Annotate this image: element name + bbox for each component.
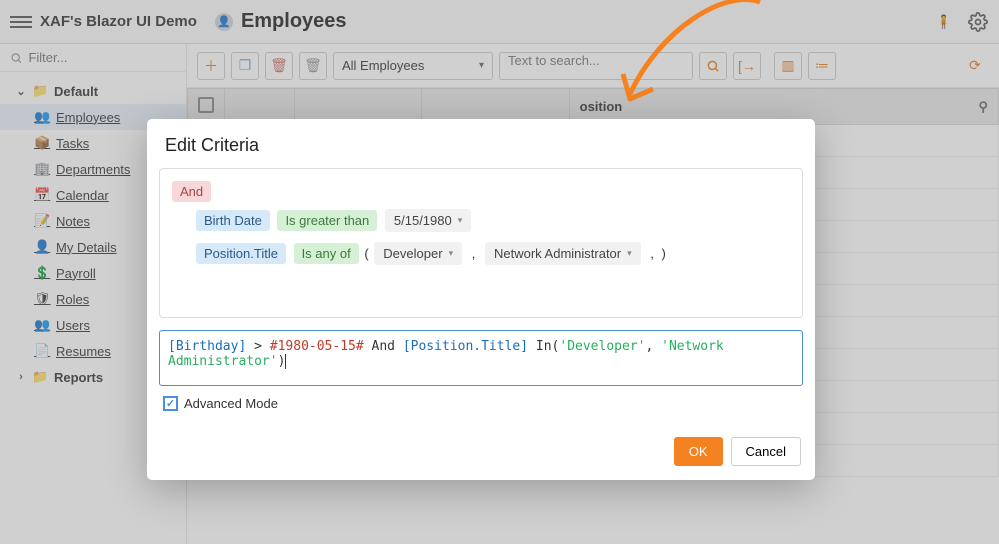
advanced-mode-row[interactable]: ✓ Advanced Mode: [159, 386, 803, 415]
criteria-row: Birth Date Is greater than 5/15/1980▾: [170, 204, 792, 237]
ok-button[interactable]: OK: [674, 437, 723, 466]
criteria-text-editor[interactable]: [Birthday] > #1980-05-15# And [Position.…: [159, 330, 803, 386]
criteria-row: Position.Title Is any of ( Developer▾ , …: [170, 237, 792, 270]
operator-pill[interactable]: Is any of: [294, 243, 359, 264]
value-pill[interactable]: Network Administrator▾: [485, 242, 641, 265]
field-pill[interactable]: Birth Date: [196, 210, 270, 231]
criteria-visual-editor[interactable]: And Birth Date Is greater than 5/15/1980…: [159, 168, 803, 318]
value-pill[interactable]: 5/15/1980▾: [385, 209, 471, 232]
paren: ): [662, 246, 666, 261]
field-pill[interactable]: Position.Title: [196, 243, 286, 264]
dropdown-icon: ▾: [627, 248, 632, 259]
dialog-title: Edit Criteria: [147, 119, 815, 168]
dropdown-icon: ▾: [458, 215, 463, 226]
dropdown-icon: ▾: [449, 248, 454, 259]
advanced-mode-label: Advanced Mode: [184, 396, 278, 411]
cancel-button[interactable]: Cancel: [731, 437, 801, 466]
value-pill[interactable]: Developer▾: [374, 242, 462, 265]
operator-pill[interactable]: Is greater than: [277, 210, 377, 231]
logic-and-pill[interactable]: And: [172, 181, 211, 202]
paren: (: [364, 246, 368, 261]
advanced-mode-checkbox[interactable]: ✓: [163, 396, 178, 411]
edit-criteria-dialog: Edit Criteria And Birth Date Is greater …: [147, 119, 815, 480]
